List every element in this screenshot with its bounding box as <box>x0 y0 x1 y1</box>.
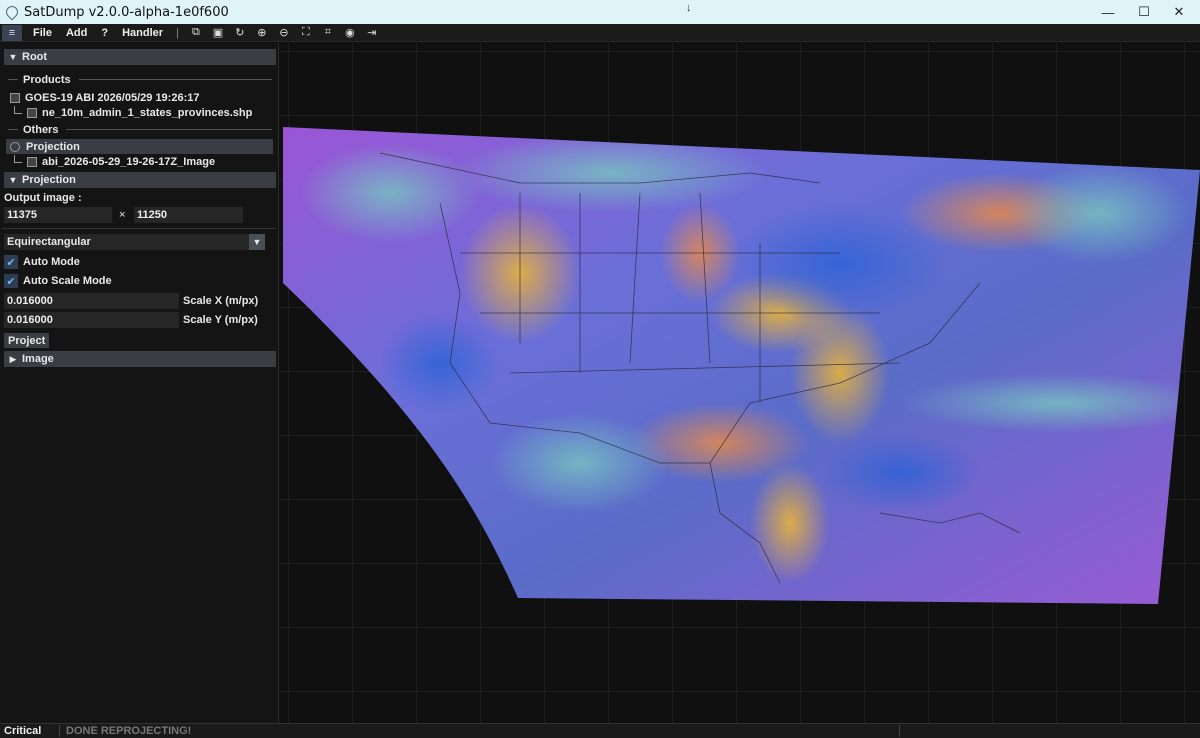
collapse-arrow-icon: ▼ <box>8 175 18 185</box>
expand-arrow-icon: ▶ <box>9 353 17 364</box>
scale-y-label: Scale Y (m/px) <box>183 314 258 326</box>
menu-separator: | <box>176 26 179 39</box>
file-icon <box>10 92 20 103</box>
section-divider <box>2 228 276 229</box>
menu-bar: ≡ File Add ? Handler | ⧉ ▣ ↻ ⊕ ⊖ ⛶ ⌗ ◉ ⇥ <box>0 24 1200 42</box>
checkmark-icon: ✔ <box>4 255 18 269</box>
close-button[interactable]: ✕ <box>1156 0 1200 24</box>
image-section-label: Image <box>22 353 54 365</box>
export-icon[interactable]: ⇥ <box>361 26 383 39</box>
satdump-logo-icon <box>3 3 21 21</box>
auto-scale-mode-label: Auto Scale Mode <box>23 275 112 287</box>
times-sign: × <box>119 209 126 221</box>
output-image-label: Output image : <box>4 192 82 204</box>
tree-item-shapefile[interactable]: ne_10m_admin_1_states_provinces.shp <box>14 105 276 120</box>
others-separator: Others <box>4 123 276 136</box>
zoom-out-icon[interactable]: ⊖ <box>273 26 295 39</box>
scale-y-input[interactable]: 0.016000 <box>4 312 179 328</box>
projection-item-label: Projection <box>26 140 80 153</box>
status-bar: Critical DONE REPROJECTING! <box>0 723 1200 738</box>
image-viewport[interactable] <box>280 43 1200 723</box>
fit-screen-icon[interactable]: ⛶ <box>295 26 317 39</box>
root-header[interactable]: ▼ Root <box>4 49 276 65</box>
projection-image-label: abi_2026-05-29_19-26-17Z_Image <box>42 155 216 168</box>
auto-scale-mode-checkbox[interactable]: ✔ Auto Scale Mode <box>4 273 112 289</box>
explorer-panel: ▼ Root Products GOES-19 ABI 2026/05/29 1… <box>0 43 279 723</box>
projection-header[interactable]: ▼ Projection <box>4 172 276 188</box>
title-bar: SatDump v2.0.0-alpha-1e0f600 ↓ — ☐ ✕ <box>0 0 1200 24</box>
log-level: Critical <box>0 725 60 737</box>
menu-add[interactable]: Add <box>59 27 94 39</box>
menu-handler[interactable]: Handler <box>115 27 170 39</box>
root-label: Root <box>22 51 48 63</box>
save-icon[interactable]: ▣ <box>207 26 229 39</box>
projection-section-label: Projection <box>22 174 76 186</box>
collapse-arrow-icon: ▼ <box>8 52 18 62</box>
others-label: Others <box>23 123 59 136</box>
products-label: Products <box>23 73 71 86</box>
menu-help[interactable]: ? <box>94 27 115 39</box>
products-separator: Products <box>4 73 276 86</box>
scale-x-input[interactable]: 0.016000 <box>4 293 179 309</box>
scale-x-label: Scale X (m/px) <box>183 295 259 307</box>
status-message: DONE REPROJECTING! <box>60 725 900 737</box>
zoom-in-icon[interactable]: ⊕ <box>251 26 273 39</box>
duplicate-icon[interactable]: ⧉ <box>185 26 207 39</box>
chevron-down-icon[interactable]: ▼ <box>249 234 265 250</box>
tree-branch <box>14 154 22 163</box>
tree-item-projection-image[interactable]: abi_2026-05-29_19-26-17Z_Image <box>14 154 276 169</box>
globe-icon[interactable]: ◉ <box>339 26 361 39</box>
product-label: GOES-19 ABI 2026/05/29 19:26:17 <box>25 91 200 104</box>
crop-icon[interactable]: ⌗ <box>317 26 339 39</box>
shapefile-label: ne_10m_admin_1_states_provinces.shp <box>42 106 253 119</box>
menu-file[interactable]: File <box>26 27 59 39</box>
project-button[interactable]: Project <box>4 333 50 348</box>
shapefile-icon <box>27 107 37 118</box>
checkmark-icon: ✔ <box>4 274 18 288</box>
window-title: SatDump v2.0.0-alpha-1e0f600 <box>24 4 229 20</box>
projection-type-select[interactable]: Equirectangular ▼ <box>4 234 265 250</box>
tree-item-projection[interactable]: Projection <box>6 139 273 154</box>
image-icon <box>27 156 37 167</box>
image-header[interactable]: ▶ Image <box>4 351 276 367</box>
output-width-input[interactable]: 11375 <box>4 207 112 223</box>
tree-item-goes19[interactable]: GOES-19 ABI 2026/05/29 19:26:17 <box>10 90 276 105</box>
output-height-input[interactable]: 11250 <box>134 207 243 223</box>
tree-branch <box>14 105 22 114</box>
hamburger-menu-icon[interactable]: ≡ <box>2 24 22 41</box>
auto-mode-label: Auto Mode <box>23 256 80 268</box>
mouse-cursor-icon: ↓ <box>686 2 692 14</box>
auto-mode-checkbox[interactable]: ✔ Auto Mode <box>4 254 80 270</box>
projected-satellite-image[interactable] <box>280 43 1200 723</box>
projection-type-value: Equirectangular <box>7 236 91 248</box>
projection-icon <box>10 141 20 152</box>
refresh-icon[interactable]: ↻ <box>229 26 251 39</box>
